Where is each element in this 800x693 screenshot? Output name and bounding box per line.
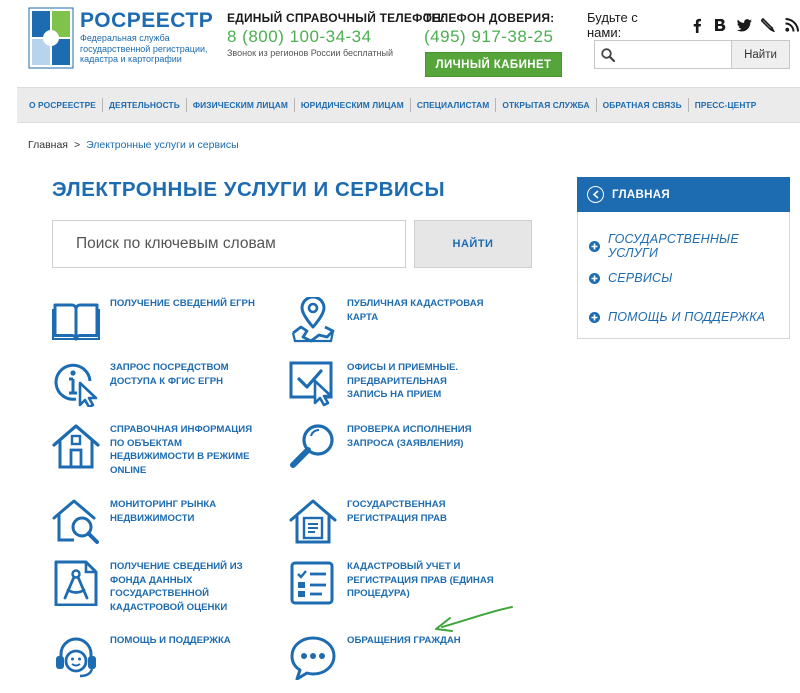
house-document-icon <box>289 499 337 544</box>
service-label: ОФИСЫ И ПРИЕМНЫЕ. ПРЕДВАРИТЕЛЬНАЯ ЗАПИСЬ… <box>347 362 459 400</box>
service-label: ГОСУДАРСТВЕННАЯ РЕГИСТРАЦИЯ ПРАВ <box>347 499 447 524</box>
nav-item-specialists[interactable]: СПЕЦИАЛИСТАМ <box>411 100 496 110</box>
rosreestr-logo-icon <box>28 7 74 69</box>
info-cursor-icon <box>54 363 98 407</box>
plus-icon <box>589 272 600 284</box>
chat-bubble-icon <box>290 636 336 680</box>
main-nav: О РОСРЕЕСТРЕ ДЕЯТЕЛЬНОСТЬ ФИЗИЧЕСКИМ ЛИЦ… <box>17 87 800 123</box>
sidebar-home-label: ГЛАВНАЯ <box>612 188 670 201</box>
service-unified-procedure[interactable]: КАДАСТРОВЫЙ УЧЕТ И РЕГИСТРАЦИЯ ПРАВ (ЕДИ… <box>289 560 497 606</box>
service-label: ПОМОЩЬ И ПОДДЕРЖКА <box>110 635 231 646</box>
sidebar-item-label: ГОСУДАРСТВЕННЫЕ УСЛУГИ <box>608 232 739 260</box>
header-search-button[interactable]: Найти <box>731 41 789 68</box>
sidebar-item-services[interactable]: СЕРВИСЫ <box>589 271 673 285</box>
social-links: Будьте с нами: <box>587 10 800 40</box>
map-pin-icon <box>291 297 335 343</box>
breadcrumb-current[interactable]: Электронные услуги и сервисы <box>86 139 239 151</box>
vk-icon[interactable] <box>713 17 729 33</box>
service-online-reference[interactable]: СПРАВОЧНАЯ ИНФОРМАЦИЯ ПО ОБЪЕКТАМ НЕДВИЖ… <box>52 423 260 477</box>
services-search-input[interactable]: Поиск по ключевым словам <box>52 220 406 268</box>
service-label: ПОЛУЧЕНИЕ СВЕДЕНИЙ ЕГРН <box>110 298 255 309</box>
service-cadastral-valuation[interactable]: ПОЛУЧЕНИЕ СВЕДЕНИЙ ИЗ ФОНДА ДАННЫХ ГОСУД… <box>52 560 250 614</box>
service-market-monitoring[interactable]: МОНИТОРИНГ РЫНКА НЕДВИЖИМОСТИ <box>52 498 240 544</box>
service-rights-registration[interactable]: ГОСУДАРСТВЕННАЯ РЕГИСТРАЦИЯ ПРАВ <box>289 498 477 544</box>
twitter-icon[interactable] <box>736 17 752 33</box>
plus-icon <box>589 311 600 323</box>
facebook-icon[interactable] <box>689 17 705 33</box>
service-fgis-access[interactable]: ЗАПРОС ПОСРЕДСТВОМ ДОСТУПА К ФГИС ЕГРН <box>52 361 240 407</box>
service-label: ЗАПРОС ПОСРЕДСТВОМ ДОСТУПА К ФГИС ЕГРН <box>110 362 229 387</box>
house-search-icon <box>52 499 99 544</box>
breadcrumb-home[interactable]: Главная <box>28 139 68 151</box>
header-search: Найти <box>594 40 790 69</box>
logo-name: РОСРЕЕСТР <box>80 9 214 32</box>
logo[interactable]: РОСРЕЕСТР Федеральная служба государстве… <box>28 7 213 77</box>
rss-icon[interactable] <box>784 17 800 33</box>
compass-document-icon <box>54 560 98 606</box>
sidebar-item-gov-services[interactable]: ГОСУДАРСТВЕННЫЕ УСЛУГИ <box>589 232 789 260</box>
social-label: Будьте с нами: <box>587 10 638 40</box>
hotline-number[interactable]: 8 (800) 100-34-34 <box>227 26 445 47</box>
checklist-icon <box>290 561 334 605</box>
search-icon <box>595 41 621 68</box>
sidebar-home[interactable]: ГЛАВНАЯ <box>577 177 790 212</box>
house-icon <box>52 424 100 469</box>
chevron-left-icon <box>587 186 604 203</box>
service-label: ПОЛУЧЕНИЕ СВЕДЕНИЙ ИЗ ФОНДА ДАННЫХ ГОСУД… <box>110 561 243 613</box>
nav-item-about[interactable]: О РОСРЕЕСТРЕ <box>23 100 102 110</box>
services-search: Поиск по ключевым словам НАЙТИ <box>52 220 532 268</box>
service-help-support[interactable]: ПОМОЩЬ И ПОДДЕРЖКА <box>52 634 260 680</box>
trust-phone-block: ТЕЛЕФОН ДОВЕРИЯ: (495) 917-38-25 <box>424 10 554 47</box>
magnifier-icon <box>290 424 334 468</box>
headset-icon <box>56 637 96 678</box>
logo-subtitle: Федеральная служба государственной регис… <box>80 33 208 64</box>
nav-item-legal-entities[interactable]: ЮРИДИЧЕСКИМ ЛИЦАМ <box>295 100 410 110</box>
nav-item-press-center[interactable]: ПРЕСС-ЦЕНТР <box>689 100 763 110</box>
service-label: ПРОВЕРКА ИСПОЛНЕНИЯ ЗАПРОСА (ЗАЯВЛЕНИЯ) <box>347 424 472 449</box>
sidebar-item-label: ПОМОЩЬ И ПОДДЕРЖКА <box>608 310 766 324</box>
sidebar-item-label: СЕРВИСЫ <box>608 271 673 285</box>
service-request-check[interactable]: ПРОВЕРКА ИСПОЛНЕНИЯ ЗАПРОСА (ЗАЯВЛЕНИЯ) <box>289 423 487 469</box>
check-window-icon <box>289 361 333 407</box>
sidebar-item-help[interactable]: ПОМОЩЬ И ПОДДЕРЖКА <box>589 310 765 324</box>
service-label: МОНИТОРИНГ РЫНКА НЕДВИЖИМОСТИ <box>110 499 217 524</box>
trust-phone-number[interactable]: (495) 917-38-25 <box>424 26 554 47</box>
service-citizen-appeals[interactable]: ОБРАЩЕНИЯ ГРАЖДАН <box>289 634 477 680</box>
plus-icon <box>589 240 600 252</box>
livejournal-icon[interactable] <box>760 17 776 33</box>
service-label: СПРАВОЧНАЯ ИНФОРМАЦИЯ ПО ОБЪЕКТАМ НЕДВИЖ… <box>110 424 253 476</box>
breadcrumb: Главная > Электронные услуги и сервисы <box>28 139 239 151</box>
trust-phone-label: ТЕЛЕФОН ДОВЕРИЯ: <box>424 11 555 25</box>
service-cadastral-map[interactable]: ПУБЛИЧНАЯ КАДАСТРОВАЯ КАРТА <box>289 297 487 343</box>
service-label: ПУБЛИЧНАЯ КАДАСТРОВАЯ КАРТА <box>347 298 484 323</box>
services-search-button[interactable]: НАЙТИ <box>414 220 532 268</box>
service-label: ОБРАЩЕНИЯ ГРАЖДАН <box>347 635 461 646</box>
service-offices-appointment[interactable]: ОФИСЫ И ПРИЕМНЫЕ. ПРЕДВАРИТЕЛЬНАЯ ЗАПИСЬ… <box>289 361 487 407</box>
service-egrn-info[interactable]: ПОЛУЧЕНИЕ СВЕДЕНИЙ ЕГРН <box>52 297 270 343</box>
breadcrumb-separator: > <box>73 139 81 151</box>
nav-item-feedback[interactable]: ОБРАТНАЯ СВЯЗЬ <box>597 100 688 110</box>
nav-item-open-service[interactable]: ОТКРЫТАЯ СЛУЖБА <box>496 100 595 110</box>
book-icon <box>52 303 100 341</box>
annotation-arrow-icon <box>435 606 513 632</box>
hotline-block: ЕДИНЫЙ СПРАВОЧНЫЙ ТЕЛЕФОН: 8 (800) 100-3… <box>227 10 445 59</box>
page-title: ЭЛЕКТРОННЫЕ УСЛУГИ И СЕРВИСЫ <box>52 178 446 201</box>
header-search-input[interactable] <box>621 41 731 68</box>
nav-item-activity[interactable]: ДЕЯТЕЛЬНОСТЬ <box>103 100 186 110</box>
hotline-label: ЕДИНЫЙ СПРАВОЧНЫЙ ТЕЛЕФОН: <box>227 11 446 25</box>
hotline-note: Звонок из регионов России бесплатный <box>227 48 394 58</box>
nav-item-individuals[interactable]: ФИЗИЧЕСКИМ ЛИЦАМ <box>187 100 294 110</box>
personal-cabinet-button[interactable]: ЛИЧНЫЙ КАБИНЕТ <box>425 52 562 77</box>
service-label: КАДАСТРОВЫЙ УЧЕТ И РЕГИСТРАЦИЯ ПРАВ (ЕДИ… <box>347 561 494 599</box>
sidebar-menu: ГОСУДАРСТВЕННЫЕ УСЛУГИ СЕРВИСЫ ПОМОЩЬ И … <box>577 212 790 339</box>
